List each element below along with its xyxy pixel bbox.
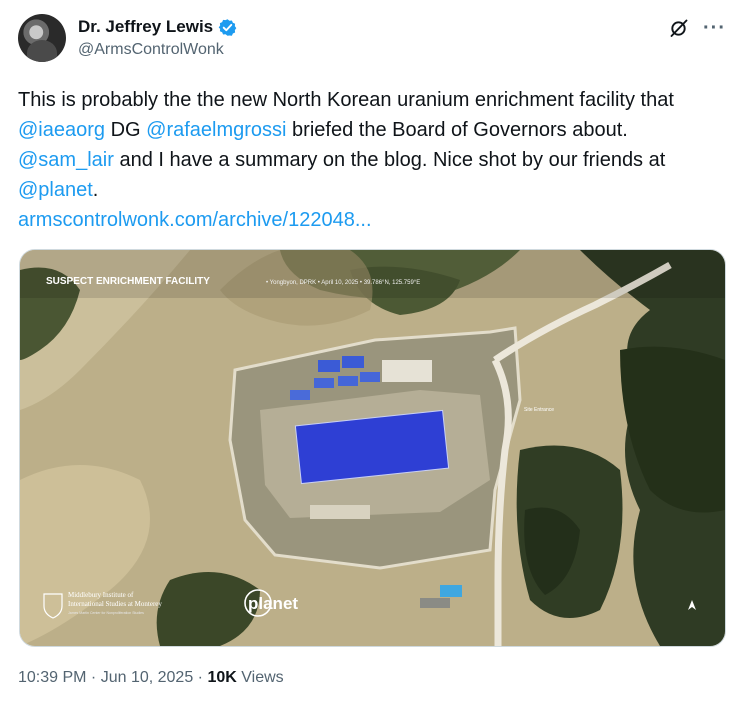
- institute-line-2: International Studies at Monterey: [68, 600, 162, 608]
- tweet-date[interactable]: Jun 10, 2025: [101, 669, 194, 686]
- road-label: Site Entrance: [524, 407, 554, 413]
- satellite-image[interactable]: Site Entrance SUSPECT ENRICHMENT FACILIT…: [19, 249, 726, 647]
- tweet-text-part: .: [92, 179, 99, 201]
- meta-separator: ·: [86, 669, 101, 686]
- article-link[interactable]: armscontrolwonk.com/archive/122048...: [18, 209, 372, 231]
- author-name-row: Dr. Jeffrey Lewis: [78, 17, 237, 37]
- tweet-header: Dr. Jeffrey Lewis @ArmsControlWonk ···: [18, 12, 728, 64]
- planet-logo-text: planet: [248, 594, 298, 613]
- author-handle[interactable]: @ArmsControlWonk: [78, 41, 224, 59]
- author-name[interactable]: Dr. Jeffrey Lewis: [78, 17, 213, 37]
- verified-badge-icon: [218, 18, 237, 36]
- image-caption-details: • Yongbyon, DPRK • April 10, 2025 • 39.7…: [266, 280, 420, 286]
- avatar[interactable]: [18, 14, 66, 62]
- tweet-text-part: DG: [105, 119, 147, 141]
- satellite-image-canvas: Site Entrance SUSPECT ENRICHMENT FACILIT…: [20, 250, 725, 646]
- tweet-metadata: 10:39 PM · Jun 10, 2025 · 10K Views: [18, 669, 284, 687]
- tweet-text-part: This is probably the the new North Korea…: [18, 89, 674, 111]
- mention-sam-lair[interactable]: @sam_lair: [18, 149, 114, 171]
- mention-iaeaorg[interactable]: @iaeaorg: [18, 119, 105, 141]
- planet-logo: planet: [244, 589, 298, 617]
- mention-planet[interactable]: @planet: [18, 179, 93, 201]
- tweet-text-part: briefed the Board of Governors about.: [286, 119, 628, 141]
- mention-rafaelmgrossi[interactable]: @rafaelmgrossi: [146, 119, 286, 141]
- header-actions: ···: [669, 18, 726, 38]
- institute-line-1: Middlebury Institute of: [68, 591, 134, 599]
- meta-separator: ·: [193, 669, 208, 686]
- tweet-text-part: and I have a summary on the blog. Nice s…: [113, 149, 666, 171]
- more-icon[interactable]: ···: [703, 18, 726, 38]
- institute-line-3: James Martin Center for Nonproliferation…: [68, 611, 144, 615]
- image-caption-title: SUSPECT ENRICHMENT FACILITY: [46, 276, 210, 287]
- tweet-text: This is probably the the new North Korea…: [18, 85, 728, 235]
- tweet-time[interactable]: 10:39 PM: [18, 669, 86, 686]
- views-count: 10K: [207, 669, 237, 686]
- grok-icon[interactable]: [669, 18, 689, 38]
- views-label: Views: [236, 669, 284, 686]
